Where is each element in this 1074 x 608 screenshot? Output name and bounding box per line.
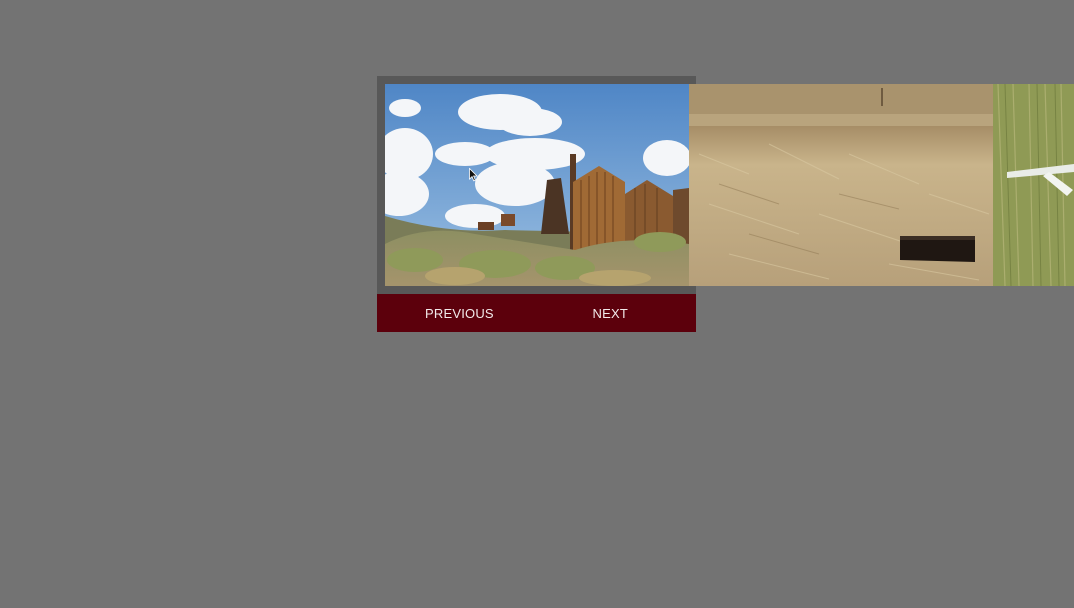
slideshow-strip bbox=[385, 84, 1074, 286]
slide-grassland bbox=[689, 84, 993, 286]
ghost-town-buildings-photo bbox=[385, 84, 689, 286]
dry-grassland-photo bbox=[689, 84, 993, 286]
mouse-cursor-icon bbox=[469, 168, 478, 182]
previous-button[interactable]: PREVIOUS bbox=[377, 294, 529, 332]
slide-ghost-town bbox=[385, 84, 689, 286]
slide-grass-fence bbox=[993, 84, 1074, 286]
page-background: PREVIOUS NEXT bbox=[0, 0, 1074, 608]
next-button[interactable]: NEXT bbox=[529, 294, 697, 332]
slideshow-controls: PREVIOUS NEXT bbox=[377, 294, 696, 332]
grass-fence-photo bbox=[993, 84, 1074, 286]
